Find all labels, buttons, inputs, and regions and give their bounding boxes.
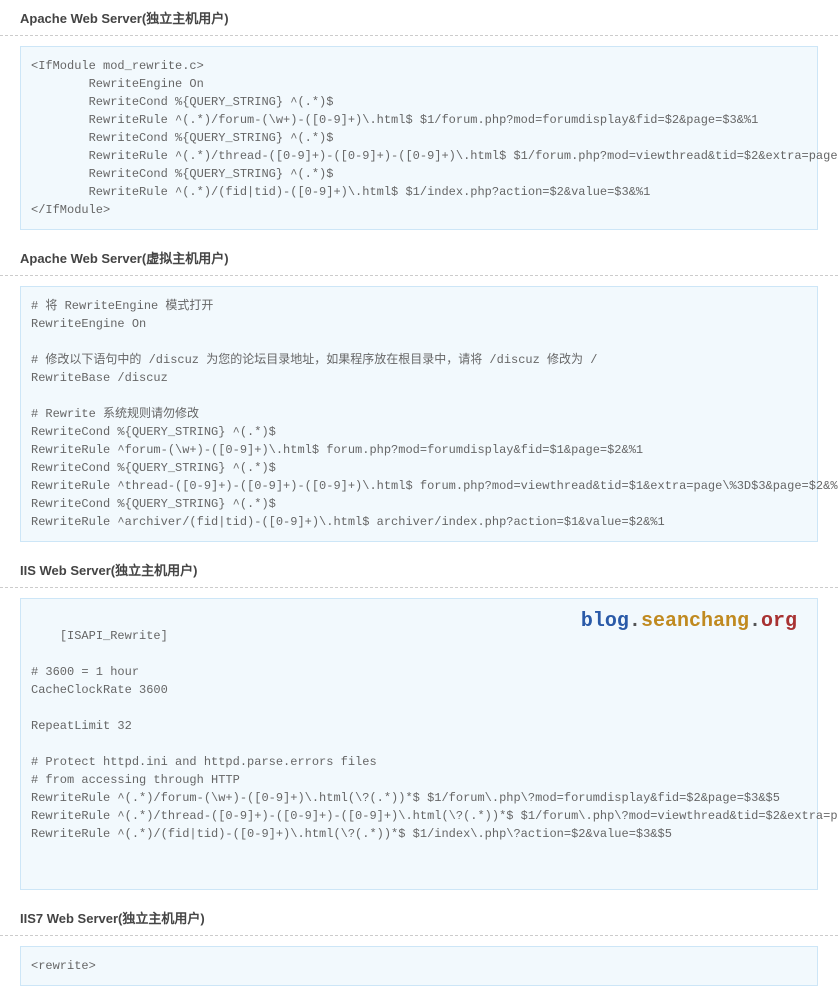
code-text: [ISAPI_Rewrite] # 3600 = 1 hour CacheClo… xyxy=(31,629,838,841)
code-block: <rewrite> xyxy=(20,946,818,986)
section-title: Apache Web Server(虚拟主机用户) xyxy=(0,240,838,276)
section-title: Apache Web Server(独立主机用户) xyxy=(0,0,838,36)
watermark-seanchang: seanchang xyxy=(641,610,749,633)
section-title: IIS Web Server(独立主机用户) xyxy=(0,552,838,588)
section-apache-virtual: Apache Web Server(虚拟主机用户) # 将 RewriteEng… xyxy=(0,240,838,542)
watermark: blog.seanchang.org xyxy=(581,607,797,637)
code-block: # 将 RewriteEngine 模式打开 RewriteEngine On … xyxy=(20,286,818,542)
section-iis-standalone: IIS Web Server(独立主机用户) [ISAPI_Rewrite] #… xyxy=(0,552,838,890)
section-title: IIS7 Web Server(独立主机用户) xyxy=(0,900,838,936)
watermark-org: org xyxy=(761,610,797,633)
section-apache-standalone: Apache Web Server(独立主机用户) <IfModule mod_… xyxy=(0,0,838,230)
watermark-dot: . xyxy=(749,610,761,633)
code-block: [ISAPI_Rewrite] # 3600 = 1 hour CacheClo… xyxy=(20,598,818,890)
watermark-dot: . xyxy=(629,610,641,633)
section-iis7-standalone: IIS7 Web Server(独立主机用户) <rewrite> xyxy=(0,900,838,986)
watermark-blog: blog xyxy=(581,610,629,633)
code-block: <IfModule mod_rewrite.c> RewriteEngine O… xyxy=(20,46,818,230)
